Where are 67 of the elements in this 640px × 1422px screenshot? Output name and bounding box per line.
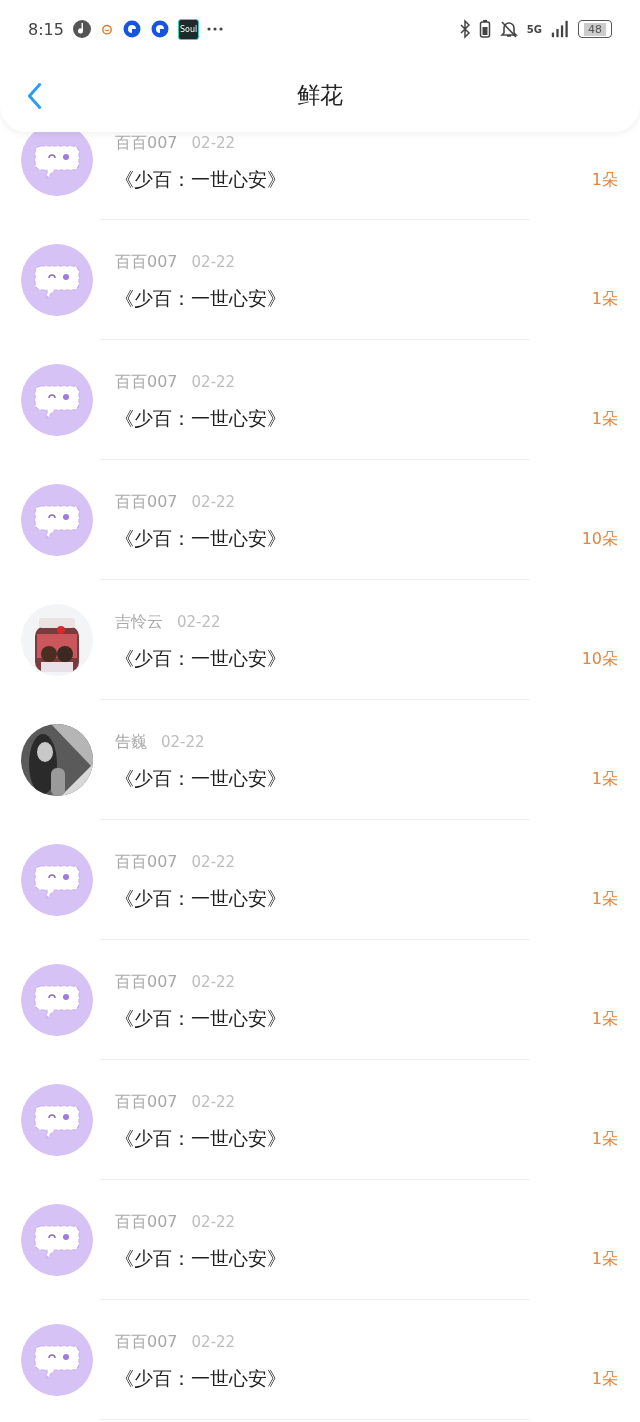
battery-saver-icon xyxy=(478,19,491,39)
flower-count: 1朵 xyxy=(591,288,618,310)
date: 02-22 xyxy=(191,253,236,271)
book-title: 《少百：一世心安》 xyxy=(115,167,286,192)
date: 02-22 xyxy=(191,1333,236,1351)
smile-icon xyxy=(99,22,114,36)
flower-count: 1朵 xyxy=(591,1248,618,1270)
user-name: 百百007 xyxy=(115,1091,178,1113)
avatar-icon[interactable] xyxy=(21,1324,93,1396)
book-title: 《少百：一世心安》 xyxy=(115,1366,286,1391)
user-name: 百百007 xyxy=(115,971,178,993)
user-name: 百百007 xyxy=(115,132,178,154)
book-title: 《少百：一世心安》 xyxy=(115,286,286,311)
date: 02-22 xyxy=(191,1213,236,1231)
avatar-icon[interactable] xyxy=(21,1084,93,1156)
app-icon xyxy=(121,19,142,39)
more-icon xyxy=(207,27,224,31)
date: 02-22 xyxy=(191,1093,236,1111)
date: 02-22 xyxy=(191,134,236,152)
user-name: 百百007 xyxy=(115,1331,178,1353)
back-icon[interactable] xyxy=(26,82,42,110)
date: 02-22 xyxy=(191,973,236,991)
user-name: 百百007 xyxy=(115,1211,178,1233)
book-title: 《少百：一世心安》 xyxy=(115,646,286,671)
status-time: 8:15 xyxy=(28,19,64,39)
book-title: 《少百：一世心安》 xyxy=(115,886,286,911)
flower-count: 1朵 xyxy=(591,1008,618,1030)
date: 02-22 xyxy=(191,853,236,871)
book-title: 《少百：一世心安》 xyxy=(115,766,286,791)
user-name: 告巍 xyxy=(115,731,147,753)
user-name: 百百007 xyxy=(115,371,178,393)
flower-count: 1朵 xyxy=(591,768,618,790)
user-name: 吉怜云 xyxy=(115,611,163,633)
avatar-icon[interactable] xyxy=(21,844,93,916)
flower-count: 1朵 xyxy=(591,888,618,910)
avatar-icon[interactable] xyxy=(21,484,93,556)
user-name: 百百007 xyxy=(115,851,178,873)
app-icon: Soul xyxy=(177,18,200,40)
bluetooth-icon xyxy=(458,19,471,39)
flower-count: 1朵 xyxy=(591,1128,618,1150)
book-title: 《少百：一世心安》 xyxy=(115,406,286,431)
music-icon xyxy=(71,19,92,39)
page-title: 鲜花 xyxy=(297,80,343,110)
avatar-icon[interactable] xyxy=(21,1204,93,1276)
user-name: 百百007 xyxy=(115,491,178,513)
book-title: 《少百：一世心安》 xyxy=(115,526,286,551)
book-title: 《少百：一世心安》 xyxy=(115,1006,286,1031)
battery-icon: 48 xyxy=(578,20,612,38)
app-icon xyxy=(149,19,170,39)
book-title: 《少百：一世心安》 xyxy=(115,1126,286,1151)
flower-count: 1朵 xyxy=(591,169,618,191)
date: 02-22 xyxy=(191,493,236,511)
avatar-icon[interactable] xyxy=(21,964,93,1036)
flower-count: 10朵 xyxy=(581,528,618,550)
book-title: 《少百：一世心安》 xyxy=(115,1246,286,1271)
avatar-icon[interactable] xyxy=(21,244,93,316)
flower-count: 1朵 xyxy=(591,408,618,430)
date: 02-22 xyxy=(177,613,221,631)
avatar-icon[interactable] xyxy=(21,364,93,436)
date: 02-22 xyxy=(161,733,205,751)
date: 02-22 xyxy=(191,373,236,391)
user-name: 百百007 xyxy=(115,251,178,273)
flower-count: 10朵 xyxy=(581,648,618,670)
network-type: 5G xyxy=(526,23,542,35)
mute-icon xyxy=(498,19,519,39)
flower-count: 1朵 xyxy=(591,1368,618,1390)
signal-icon xyxy=(550,19,570,39)
